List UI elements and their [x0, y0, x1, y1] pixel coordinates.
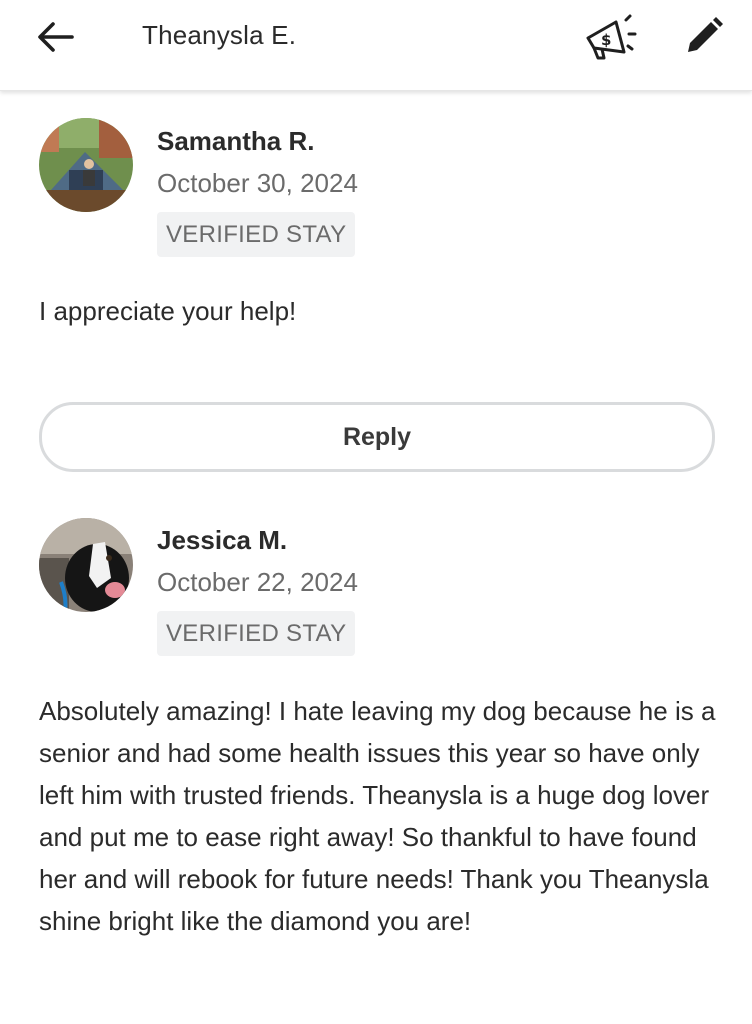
review-date: October 30, 2024: [157, 168, 358, 198]
review-date: October 22, 2024: [157, 567, 358, 597]
pencil-icon: [688, 17, 723, 52]
back-button[interactable]: [34, 18, 78, 58]
reviewer-avatar: [39, 518, 133, 612]
review-text: Absolutely amazing! I hate leaving my do…: [39, 696, 716, 936]
promote-button[interactable]: $: [582, 12, 638, 64]
page-title: Theanysla E.: [142, 20, 297, 50]
arrow-left-icon: [38, 22, 74, 52]
review-text: I appreciate your help!: [39, 296, 297, 326]
top-app-bar: Theanysla E. $: [0, 0, 752, 91]
edit-button[interactable]: [682, 14, 726, 58]
verified-stay-badge: VERIFIED STAY: [157, 212, 356, 257]
svg-text:$: $: [601, 31, 611, 49]
reviewer-name: Jessica M.: [157, 525, 288, 555]
reply-button[interactable]: Reply: [39, 402, 715, 472]
reviewer-name: Samantha R.: [157, 126, 315, 156]
megaphone-dollar-icon: $: [586, 14, 637, 60]
verified-stay-badge: VERIFIED STAY: [157, 611, 356, 656]
reviewer-avatar: [39, 118, 133, 212]
